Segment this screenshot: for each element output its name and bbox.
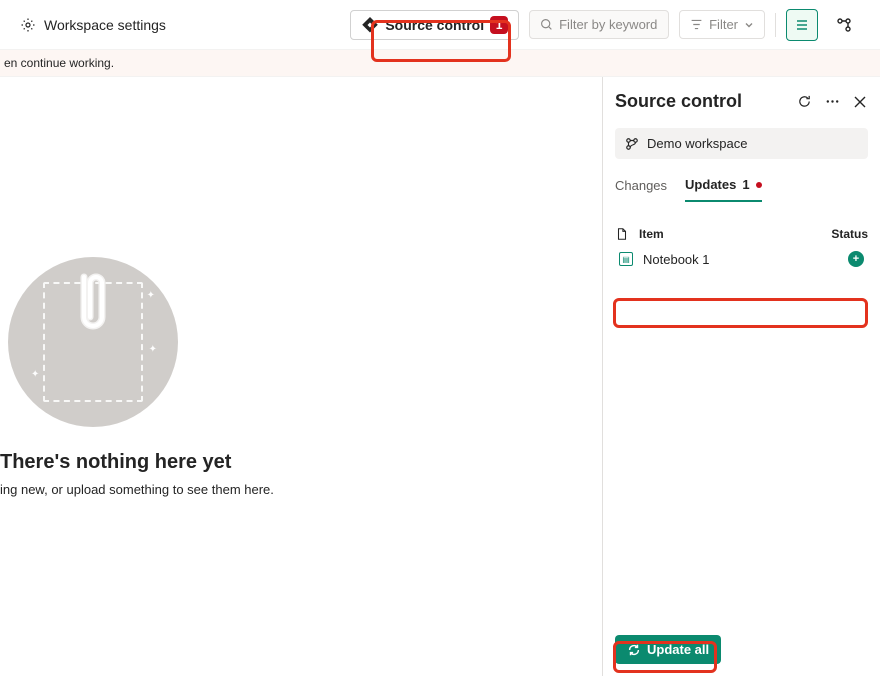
filter-button[interactable]: Filter bbox=[679, 10, 765, 39]
item-column-header: Item bbox=[639, 227, 664, 241]
more-horizontal-icon bbox=[825, 94, 840, 109]
tab-updates[interactable]: Updates 1 bbox=[685, 177, 762, 202]
workspace-settings-button[interactable]: Workspace settings bbox=[20, 17, 166, 33]
sparkle-icon: ✦ bbox=[31, 369, 39, 380]
filter-keyword-input[interactable]: Filter by keyword bbox=[529, 10, 669, 39]
status-added-icon: + bbox=[848, 251, 864, 267]
lineage-icon bbox=[836, 17, 852, 33]
chevron-down-icon bbox=[744, 20, 754, 30]
document-icon bbox=[615, 227, 629, 241]
top-toolbar: Workspace settings Source control 1 Filt… bbox=[0, 0, 880, 50]
empty-state-graphic: ✦ ✦ ✦ bbox=[8, 257, 178, 427]
sparkle-icon: ✦ bbox=[149, 344, 157, 355]
source-control-label: Source control bbox=[385, 17, 484, 33]
list-view-icon bbox=[794, 17, 810, 33]
sc-panel-title: Source control bbox=[615, 91, 742, 112]
update-all-label: Update all bbox=[647, 642, 709, 657]
sc-item-row[interactable]: ▤ Notebook 1 + bbox=[615, 241, 868, 277]
notebook-icon: ▤ bbox=[619, 252, 633, 266]
source-control-button[interactable]: Source control 1 bbox=[350, 10, 519, 40]
empty-state-title: There's nothing here yet bbox=[0, 451, 231, 474]
branch-label: Demo workspace bbox=[647, 136, 747, 151]
status-column-header: Status bbox=[831, 227, 868, 241]
empty-state: ✦ ✦ ✦ There's nothing here yet ing new, … bbox=[0, 77, 602, 676]
sparkle-icon: ✦ bbox=[147, 290, 155, 301]
view-list-button[interactable] bbox=[786, 9, 818, 41]
refresh-icon bbox=[797, 94, 812, 109]
notice-text: en continue working. bbox=[4, 56, 114, 70]
paperclip-icon bbox=[70, 267, 116, 337]
main-content: ✦ ✦ ✦ There's nothing here yet ing new, … bbox=[0, 77, 880, 676]
view-lineage-button[interactable] bbox=[828, 9, 860, 41]
sc-panel-header: Source control bbox=[615, 91, 868, 112]
sc-item-name: Notebook 1 bbox=[643, 252, 710, 267]
close-panel-button[interactable] bbox=[852, 94, 868, 110]
update-all-button[interactable]: Update all bbox=[615, 635, 721, 664]
toolbar-divider bbox=[775, 13, 776, 37]
empty-state-subtitle: ing new, or upload something to see them… bbox=[0, 482, 274, 497]
filter-icon bbox=[690, 18, 703, 31]
filter-button-label: Filter bbox=[709, 17, 738, 32]
sc-list-header: Item Status bbox=[615, 227, 868, 241]
branch-icon bbox=[625, 137, 639, 151]
filter-placeholder: Filter by keyword bbox=[559, 17, 657, 32]
sc-tabs: Changes Updates 1 bbox=[615, 177, 868, 203]
source-control-icon bbox=[361, 16, 379, 34]
updates-indicator-dot bbox=[756, 182, 762, 188]
gear-icon bbox=[20, 17, 36, 33]
sync-icon bbox=[627, 643, 641, 657]
more-options-button[interactable] bbox=[824, 94, 840, 110]
branch-selector[interactable]: Demo workspace bbox=[615, 128, 868, 159]
source-control-panel: Source control Demo workspace bbox=[602, 77, 880, 676]
search-icon bbox=[540, 18, 553, 31]
close-icon bbox=[853, 95, 867, 109]
refresh-button[interactable] bbox=[796, 94, 812, 110]
notice-bar: en continue working. bbox=[0, 50, 880, 77]
tab-changes[interactable]: Changes bbox=[615, 177, 667, 202]
workspace-settings-label: Workspace settings bbox=[44, 17, 166, 33]
sc-panel-footer: Update all bbox=[615, 635, 868, 664]
source-control-badge: 1 bbox=[490, 16, 508, 34]
